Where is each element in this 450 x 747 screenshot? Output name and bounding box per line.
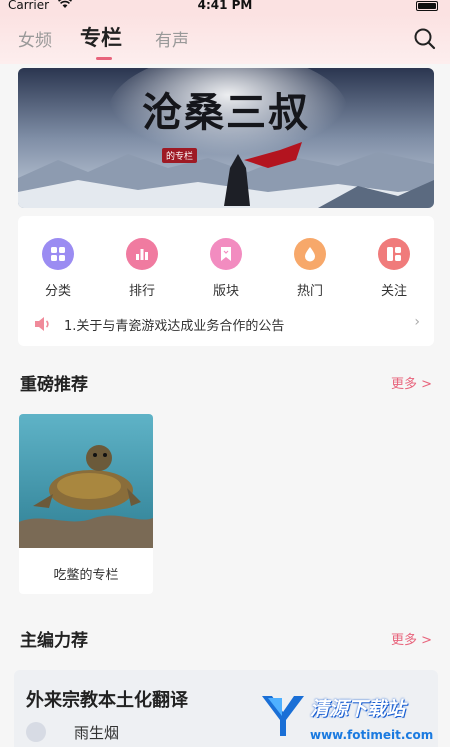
clock: 4:41 PM — [197, 0, 253, 12]
announcement-text: 1.关于与青瓷游戏达成业务合作的公告 — [64, 319, 285, 334]
watermark-logo-icon — [262, 696, 304, 736]
quick-link-category[interactable]: 分类 — [28, 238, 88, 299]
grid-icon — [42, 238, 74, 270]
banner-title: 沧桑三叔 — [142, 89, 310, 136]
watermark-title: 清源下载站 — [310, 698, 406, 720]
bookmark-icon — [210, 238, 242, 270]
quick-link-label: 关注 — [380, 284, 407, 299]
section-title-featured: 重磅推荐 — [20, 375, 88, 395]
quick-link-label: 分类 — [44, 284, 71, 299]
watermark: 清源下载站 www.fotimeit.com — [258, 690, 448, 747]
tab-column[interactable]: 专栏 — [80, 22, 122, 52]
quick-link-follow[interactable]: 关注 — [364, 238, 424, 299]
quick-link-ranking[interactable]: 排行 — [112, 238, 172, 299]
quick-links-card: 分类 排行 版块 热门 关注 1.关于与青瓷游戏达成业务合作的公告 › — [18, 216, 434, 346]
editor-pick-title: 外来宗教本土化翻译 — [26, 690, 188, 711]
tab-audio[interactable]: 有声 — [155, 26, 189, 51]
featured-column-card[interactable]: 吃鳖的专栏 — [19, 414, 153, 594]
section-title-editor: 主编力荐 — [20, 631, 88, 651]
quick-link-hot[interactable]: 热门 — [280, 238, 340, 299]
more-link-editor[interactable]: 更多 > — [391, 629, 432, 648]
speaker-icon — [34, 316, 52, 336]
author-name: 雨生烟 — [74, 724, 120, 742]
search-icon[interactable] — [412, 26, 438, 52]
avatar — [26, 722, 46, 742]
announcement-bar[interactable]: 1.关于与青瓷游戏达成业务合作的公告 › — [34, 314, 420, 334]
column-cover-image — [19, 414, 153, 548]
quick-link-label: 热门 — [296, 284, 323, 299]
banner[interactable]: 沧桑三叔 的专栏 — [18, 68, 434, 208]
banner-badge: 的专栏 — [162, 148, 198, 163]
quick-link-label: 排行 — [128, 284, 155, 299]
battery-icon — [416, 1, 438, 11]
watermark-url: www.fotimeit.com — [310, 728, 434, 742]
status-bar: Carrier 4:41 PM — [0, 0, 450, 14]
quick-link-board[interactable]: 版块 — [196, 238, 256, 299]
tab-female[interactable]: 女频 — [18, 26, 52, 51]
top-nav: 女频 专栏 有声 — [0, 14, 450, 64]
quick-link-label: 版块 — [212, 284, 239, 299]
fire-icon — [294, 238, 326, 270]
active-tab-indicator — [96, 57, 112, 60]
bar-chart-icon — [126, 238, 158, 270]
featured-card-title: 吃鳖的专栏 — [53, 568, 119, 583]
chevron-right-icon: › — [414, 314, 420, 330]
follow-icon — [378, 238, 410, 270]
more-link-featured[interactable]: 更多 > — [391, 373, 432, 392]
